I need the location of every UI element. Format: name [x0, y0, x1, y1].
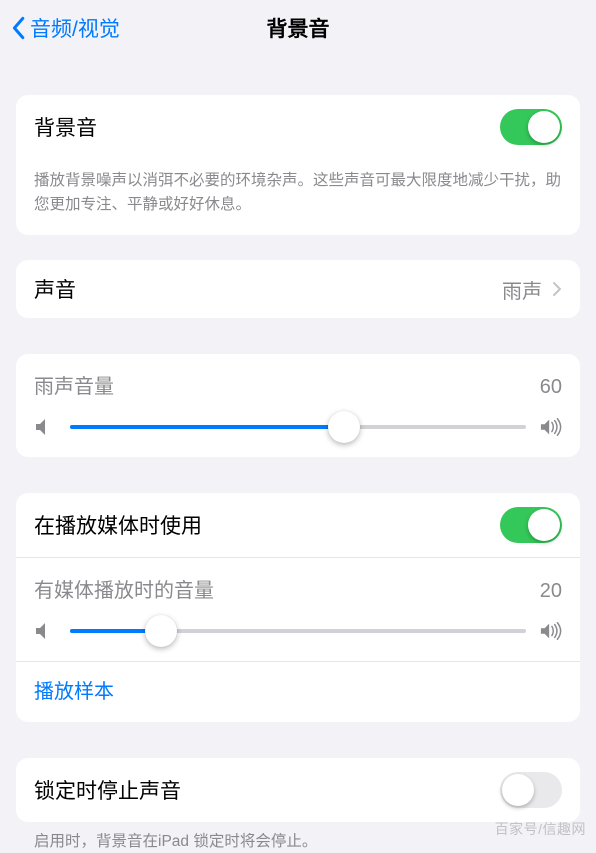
group-background-sound: 背景音 播放背景噪声以消弭不必要的环境杂声。这些声音可最大限度地减少干扰，助您更…	[16, 95, 580, 235]
media-volume-slider[interactable]	[70, 629, 526, 633]
row-background-sound: 背景音	[16, 95, 580, 159]
row-stop-on-lock: 锁定时停止声音	[16, 758, 580, 822]
play-sample-link: 播放样本	[34, 681, 114, 703]
background-sound-desc: 播放背景噪声以消弭不必要的环境杂声。这些声音可最大限度地减少干扰，助您更加专注、…	[16, 159, 580, 235]
rain-volume-label: 雨声音量	[34, 370, 114, 399]
media-volume-value: 20	[540, 580, 562, 603]
background-sound-label: 背景音	[34, 112, 97, 142]
use-with-media-toggle[interactable]	[500, 507, 562, 543]
group-stop-on-lock: 锁定时停止声音	[16, 758, 580, 822]
watermark: 百家号/信趣网	[495, 819, 586, 839]
rain-volume-slider[interactable]	[70, 425, 526, 429]
group-media: 在播放媒体时使用 有媒体播放时的音量 20	[16, 493, 580, 722]
row-use-with-media: 在播放媒体时使用	[16, 493, 580, 557]
background-sound-toggle[interactable]	[500, 109, 562, 145]
sound-label: 声音	[34, 274, 76, 304]
rain-volume-value: 60	[540, 376, 562, 399]
back-label: 音频/视觉	[30, 13, 120, 43]
media-volume-label: 有媒体播放时的音量	[34, 574, 214, 603]
volume-min-icon	[34, 621, 56, 641]
nav-bar: 音频/视觉 背景音	[0, 0, 596, 55]
volume-min-icon	[34, 417, 56, 437]
volume-max-icon	[540, 417, 562, 437]
page-title: 背景音	[267, 13, 330, 43]
volume-max-icon	[540, 621, 562, 641]
row-sound[interactable]: 声音 雨声	[16, 260, 580, 318]
back-button[interactable]: 音频/视觉	[10, 13, 120, 43]
stop-on-lock-label: 锁定时停止声音	[34, 775, 181, 805]
chevron-right-icon	[552, 281, 562, 297]
use-with-media-label: 在播放媒体时使用	[34, 510, 202, 540]
sound-value: 雨声	[502, 275, 542, 304]
row-play-sample[interactable]: 播放样本	[16, 661, 580, 722]
group-sound: 声音 雨声	[16, 260, 580, 318]
group-rain-volume: 雨声音量 60	[16, 354, 580, 457]
chevron-left-icon	[10, 16, 26, 40]
stop-on-lock-toggle[interactable]	[500, 772, 562, 808]
